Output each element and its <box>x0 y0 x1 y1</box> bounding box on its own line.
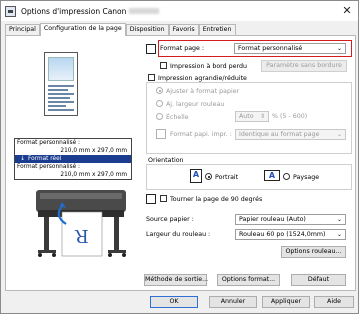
size-info-line: Format personnalisé : <box>17 140 80 146</box>
chevron-down-icon: ⌄ <box>336 131 342 138</box>
paper-format-value: Identique au format page <box>239 131 320 138</box>
svg-text:R: R <box>75 225 89 246</box>
blurred-printer-name <box>129 8 160 14</box>
page-size-icon <box>146 44 156 54</box>
chevron-down-icon: ⌄ <box>336 216 342 223</box>
landscape-radio[interactable]: Paysage <box>283 173 319 181</box>
paper-format-label: Format papi. impr. : <box>170 131 232 138</box>
chevron-down-icon: ⌄ <box>336 231 342 238</box>
fit-roll-width-radio[interactable]: Aj. largeur rouleau <box>156 100 224 108</box>
defaults-button[interactable]: Défaut <box>291 274 346 286</box>
size-info-line: 210,0 mm x 297,0 mm <box>60 172 127 178</box>
preview-text-line <box>48 97 70 99</box>
size-info-box: Format personnalisé : 210,0 mm x 297,0 m… <box>14 138 132 180</box>
fit-paper-radio[interactable]: Ajuster à format papier <box>156 87 239 95</box>
portrait-label: Portrait <box>215 174 239 181</box>
scale-value: Auto <box>239 113 254 120</box>
rotate-checkbox[interactable]: Tourner la page de 90 degrés <box>160 195 262 203</box>
portrait-radio[interactable]: Portrait <box>205 173 238 181</box>
preview-image <box>48 57 74 81</box>
scale-spinbox[interactable]: Auto ⇕ <box>235 111 269 122</box>
scale-range: % (5 - 600) <box>272 113 308 120</box>
print-options-window: Options d'impression Canon ✕ Principal C… <box>0 0 359 314</box>
preview-text-line <box>48 101 74 103</box>
preview-text-line <box>48 85 74 87</box>
preview-text-line <box>48 93 74 95</box>
tab-page-setup[interactable]: Configuration de la page <box>39 23 126 36</box>
enlarge-reduce-checkbox[interactable]: Impression agrandie/réduite <box>148 74 247 82</box>
orientation-group <box>146 164 352 190</box>
radio-icon <box>283 173 290 180</box>
radio-icon <box>156 87 163 94</box>
borderless-label: Impression à bord perdu <box>170 63 247 70</box>
output-method-button[interactable]: Méthode de sortie... <box>144 274 208 286</box>
roll-width-select[interactable]: Rouleau 60 po (1524,0mm) ⌄ <box>235 229 346 240</box>
spinner-icon: ⇕ <box>259 113 265 120</box>
radio-icon <box>156 100 163 107</box>
paper-source-label: Source papier : <box>146 216 194 223</box>
arrow-down-icon: ↓ <box>20 155 26 162</box>
roll-width-value: Rouleau 60 po (1524,0mm) <box>239 231 326 238</box>
fit-paper-label: Ajuster à format papier <box>166 88 240 95</box>
paper-source-value: Papier rouleau (Auto) <box>239 216 306 223</box>
paper-source-select[interactable]: Papier rouleau (Auto) ⌄ <box>235 214 346 225</box>
preview-area: Format personnalisé : 210,0 mm x 297,0 m… <box>14 46 132 257</box>
fit-roll-width-label: Aj. largeur rouleau <box>166 101 225 108</box>
enlarge-reduce-label: Impression agrandie/réduite <box>158 75 247 82</box>
page-setup-panel: Format personnalisé : 210,0 mm x 297,0 m… <box>5 35 356 291</box>
landscape-label: Paysage <box>293 174 320 181</box>
apply-button[interactable]: Appliquer <box>262 296 310 308</box>
ok-button[interactable]: OK <box>150 296 198 308</box>
scaling-mode-label: Format réel <box>28 156 62 162</box>
scale-label: Échelle <box>166 114 189 121</box>
orientation-label: Orientation <box>148 157 184 164</box>
scale-radio[interactable]: Échelle <box>156 113 189 121</box>
printer-illustration: R <box>36 190 126 257</box>
size-info-line: 210,0 mm x 297,0 mm <box>60 148 127 154</box>
checkbox-icon <box>148 74 155 81</box>
roll-width-label: Largeur du rouleau : <box>146 231 211 238</box>
paper-format-select[interactable]: Identique au format page ⌄ <box>235 129 346 140</box>
portrait-icon: A <box>190 169 202 183</box>
radio-icon <box>156 113 163 120</box>
radio-icon <box>205 173 212 180</box>
checkbox-icon <box>160 195 167 202</box>
cancel-button[interactable]: Annuler <box>209 296 257 308</box>
scaling-mode-bar: ↓ Format réel <box>15 155 131 163</box>
rotate-label: Tourner la page de 90 degrés <box>170 196 263 203</box>
preview-text-line <box>48 105 66 107</box>
preview-text-line <box>48 89 68 91</box>
title-bar: Options d'impression Canon ✕ <box>1 1 358 21</box>
printer-app-icon <box>5 5 16 17</box>
format-options-button[interactable]: Options format... <box>217 274 280 286</box>
borderless-settings-button[interactable]: Paramètre sans bordure <box>261 60 347 72</box>
roll-options-button[interactable]: Options rouleau... <box>281 246 346 258</box>
paper-format-icon <box>156 129 166 139</box>
preview-text-line <box>48 109 74 111</box>
landscape-icon: A <box>264 170 280 181</box>
help-button[interactable]: Aide <box>314 296 354 308</box>
borderless-checkbox[interactable]: Impression à bord perdu <box>160 62 247 70</box>
highlight-frame <box>158 40 352 57</box>
size-info-line: Format personnalisé : <box>17 164 80 170</box>
rotate-page-icon <box>146 194 156 204</box>
window-title: Options d'impression Canon <box>21 6 127 16</box>
paper-preview <box>44 52 78 116</box>
checkbox-icon <box>160 62 167 69</box>
close-icon[interactable]: ✕ <box>340 4 354 18</box>
